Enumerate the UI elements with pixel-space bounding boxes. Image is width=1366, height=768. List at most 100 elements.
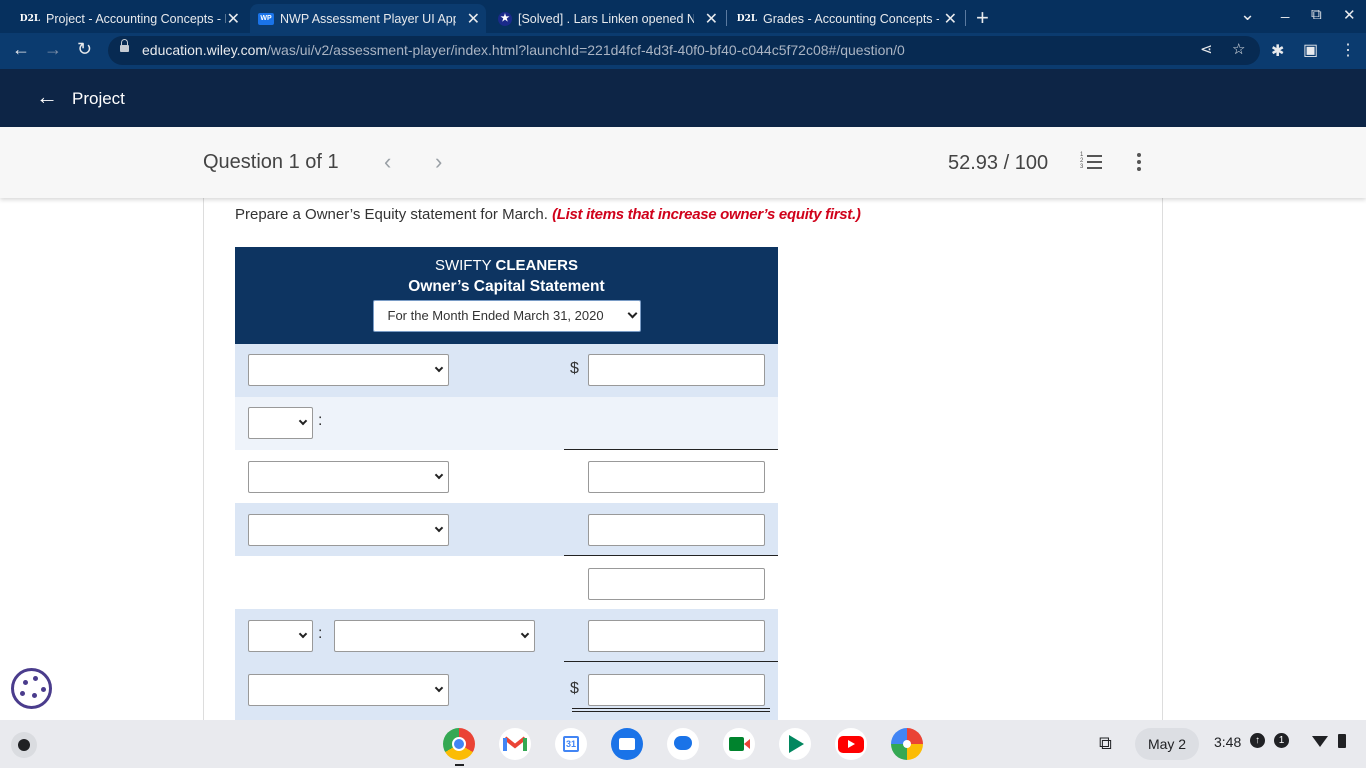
owners-capital-statement: SWIFTY CLEANERS Owner’s Capital Statemen… xyxy=(235,247,778,720)
chevron-down-icon xyxy=(434,683,444,693)
url-text[interactable]: education.wiley.com/was/ui/v2/assessment… xyxy=(142,42,905,58)
account-select[interactable] xyxy=(248,674,449,706)
youtube-icon[interactable] xyxy=(835,728,867,760)
next-question-icon[interactable]: › xyxy=(435,149,442,175)
dollar-sign: $ xyxy=(570,360,579,377)
colon-label: : xyxy=(318,625,323,642)
side-panel-icon[interactable]: ▣ xyxy=(1303,40,1318,60)
chevron-down-icon xyxy=(298,629,308,639)
subtotal-input[interactable] xyxy=(588,568,765,600)
instruction: Prepare a Owner’s Equity statement for M… xyxy=(235,206,861,223)
reload-icon[interactable]: ↻ xyxy=(77,39,92,60)
question-content: Prepare a Owner’s Equity statement for M… xyxy=(203,198,1163,720)
statement-header: SWIFTY CLEANERS Owner’s Capital Statemen… xyxy=(235,247,778,344)
add-less-select[interactable] xyxy=(248,407,313,439)
amount-input[interactable] xyxy=(588,461,765,493)
account-select[interactable] xyxy=(248,514,449,546)
star-favicon-icon: ★ xyxy=(498,11,512,26)
close-icon[interactable]: ✕ xyxy=(944,9,957,29)
upload-icon[interactable]: ↑ xyxy=(1250,733,1265,748)
new-tab-icon[interactable]: + xyxy=(976,5,989,31)
launcher-icon[interactable] xyxy=(11,732,37,758)
instruction-text: Prepare a Owner’s Equity statement for M… xyxy=(235,206,548,223)
account-select[interactable] xyxy=(248,354,449,386)
period-select[interactable]: For the Month Ended March 31, 2020 xyxy=(372,300,641,332)
gmail-glyph xyxy=(503,736,527,751)
add-less-select[interactable] xyxy=(248,620,313,652)
instruction-emphasis: (List items that increase owner’s equity… xyxy=(552,206,861,223)
statement-row: : xyxy=(235,397,778,450)
tab-title: NWP Assessment Player UI App xyxy=(280,11,456,26)
cookie-settings-icon[interactable] xyxy=(11,668,52,709)
youtube-play-glyph xyxy=(848,740,855,748)
amount-input[interactable] xyxy=(588,620,765,652)
colon-label: : xyxy=(318,412,323,429)
ending-capital-input[interactable] xyxy=(588,674,765,706)
tab-solved[interactable]: ★ [Solved] . Lars Linken opened No ✕ xyxy=(490,4,724,33)
tab-search-icon[interactable]: ⌄ xyxy=(1240,4,1255,25)
chrome-icon[interactable] xyxy=(443,728,475,760)
gmail-icon[interactable] xyxy=(499,728,531,760)
play-triangle-glyph xyxy=(789,735,804,753)
account-select[interactable] xyxy=(248,461,449,493)
statement-row xyxy=(235,450,778,503)
lock-icon[interactable] xyxy=(120,39,129,54)
files-icon[interactable] xyxy=(611,728,643,760)
close-icon[interactable]: ✕ xyxy=(227,9,240,29)
tab-grades-d2l[interactable]: D2L Grades - Accounting Concepts - I ✕ xyxy=(729,4,963,33)
window-close-icon[interactable]: ✕ xyxy=(1343,6,1356,24)
forward-arrow-icon[interactable]: → xyxy=(44,39,62,60)
back-arrow-icon[interactable]: ← xyxy=(36,84,58,110)
dollar-sign: $ xyxy=(570,680,579,697)
date-display[interactable]: May 2 xyxy=(1135,728,1199,760)
statement-row: $ xyxy=(235,662,778,720)
account-select[interactable] xyxy=(334,620,535,652)
statement-row: $ xyxy=(235,344,778,397)
tab-separator xyxy=(965,10,966,26)
close-icon[interactable]: ✕ xyxy=(705,9,718,29)
wifi-icon[interactable] xyxy=(1312,736,1328,747)
address-bar[interactable]: education.wiley.com/was/ui/v2/assessment… xyxy=(108,36,1260,65)
tab-title: Grades - Accounting Concepts - I xyxy=(763,11,939,26)
play-store-icon[interactable] xyxy=(779,728,811,760)
more-options-icon[interactable] xyxy=(1132,153,1146,173)
share-icon[interactable]: ⋖ xyxy=(1200,40,1213,58)
restore-icon[interactable]: ⧉ xyxy=(1311,6,1322,23)
messages-icon[interactable] xyxy=(667,728,699,760)
chrome-icon-center xyxy=(452,737,466,751)
minimize-icon[interactable]: _ xyxy=(1281,2,1289,19)
battery-icon[interactable] xyxy=(1338,734,1346,748)
tab-assessment-player[interactable]: WP NWP Assessment Player UI App ✕ xyxy=(250,4,486,33)
chat-bubble-glyph xyxy=(674,736,692,750)
browser-menu-icon[interactable]: ⋮ xyxy=(1340,40,1356,60)
chevron-down-icon xyxy=(434,523,444,533)
google-meet-icon[interactable] xyxy=(723,728,755,760)
close-icon[interactable]: ✕ xyxy=(467,9,480,29)
tab-separator xyxy=(726,10,727,26)
calendar-day: 31 xyxy=(563,736,579,752)
notification-count-badge[interactable]: 1 xyxy=(1274,733,1289,748)
amount-input[interactable] xyxy=(588,514,765,546)
statement-row xyxy=(235,556,778,609)
company-name: SWIFTY CLEANERS xyxy=(434,257,579,274)
previous-question-icon[interactable]: ‹ xyxy=(384,149,391,175)
back-arrow-icon[interactable]: ← xyxy=(12,39,30,60)
statement-row xyxy=(235,503,778,556)
extensions-puzzle-icon[interactable]: ✱ xyxy=(1271,41,1284,61)
chevron-down-icon xyxy=(434,363,444,373)
photos-center-glyph xyxy=(903,740,911,748)
google-photos-icon[interactable] xyxy=(891,728,923,760)
tab-project-d2l[interactable]: D2L Project - Accounting Concepts - I ✕ xyxy=(12,4,246,33)
calendar-icon[interactable]: 31 xyxy=(555,728,587,760)
d2l-favicon-icon: D2L xyxy=(19,13,41,24)
tab-title: Project - Accounting Concepts - I xyxy=(46,11,226,26)
question-list-icon[interactable]: 1 2 3 xyxy=(1080,152,1102,171)
bookmark-star-icon[interactable]: ☆ xyxy=(1232,40,1245,58)
holding-space-icon[interactable]: ⧉ xyxy=(1099,733,1112,754)
period-select-value: For the Month Ended March 31, 2020 xyxy=(387,308,604,323)
amount-input[interactable] xyxy=(588,354,765,386)
time-display[interactable]: 3:48 xyxy=(1214,734,1241,750)
browser-tab-strip: D2L Project - Accounting Concepts - I ✕ … xyxy=(0,0,1366,33)
chevron-down-icon xyxy=(298,416,308,426)
project-title[interactable]: Project xyxy=(72,89,125,109)
